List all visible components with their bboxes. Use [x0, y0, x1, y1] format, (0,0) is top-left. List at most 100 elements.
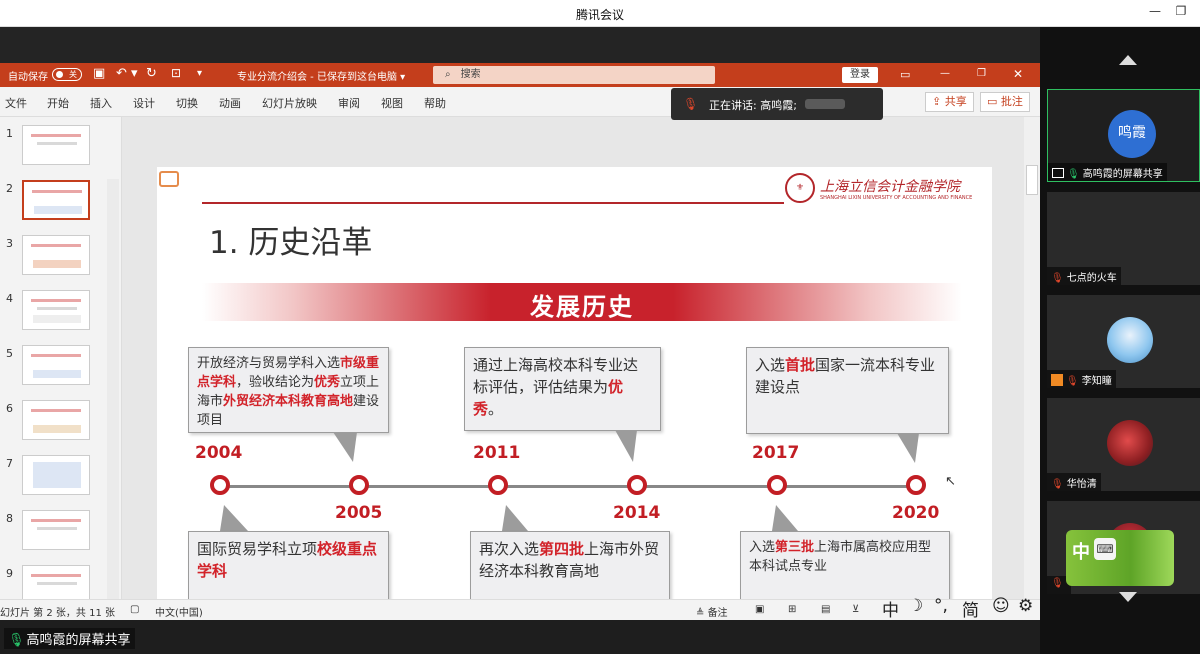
- tab-review[interactable]: 审阅: [338, 95, 360, 111]
- slide-thumbnail-selected[interactable]: [22, 180, 90, 220]
- undo-icon[interactable]: ↶ ▾: [116, 66, 138, 81]
- milestone-box-2014: 再次入选第四批上海市外贸经济本科教育高地: [470, 531, 670, 599]
- document-title[interactable]: 专业分流介绍会 - 已保存到这台电脑 ▾: [237, 68, 405, 83]
- participant-name: 高鸣霞的屏幕共享: [1082, 169, 1163, 180]
- participant-tile[interactable]: 🎙 李知瞳: [1047, 295, 1200, 388]
- shared-screen: 自动保存 关 ▣ ↶ ▾ ↻ ⊡ ▾ 专业分流介绍会 - 已保存到这台电脑 ▾ …: [0, 27, 1040, 654]
- thumbnail-row[interactable]: 1: [0, 125, 115, 175]
- ime-halfwidth-icon[interactable]: ☽: [908, 596, 923, 616]
- slideshow-view-icon[interactable]: ⊻: [852, 604, 859, 615]
- participant-name-bar: 🎙 七点的火车: [1047, 267, 1121, 285]
- mic-muted-icon: 🎙: [1051, 578, 1064, 589]
- year-label: 2011: [473, 443, 521, 463]
- ribbon-display-icon[interactable]: ▭: [900, 68, 910, 81]
- title-rule: [202, 202, 784, 204]
- slide-sorter-icon[interactable]: ⊞: [788, 604, 796, 615]
- ime-settings-icon[interactable]: ⚙: [1018, 596, 1033, 616]
- slide-thumbnail[interactable]: [22, 235, 90, 275]
- autosave-label: 自动保存: [8, 72, 48, 83]
- ppt-restore-icon[interactable]: ❐: [977, 68, 986, 79]
- restore-icon[interactable]: ❐: [1172, 4, 1190, 22]
- editor-scrollbar[interactable]: [1024, 117, 1040, 599]
- comment-button[interactable]: ▭ 批注: [980, 92, 1030, 112]
- slide-thumbnail[interactable]: [22, 400, 90, 440]
- thumbnail-row[interactable]: 2: [0, 180, 115, 230]
- participant-tile[interactable]: 🎙 七点的火车: [1047, 192, 1200, 285]
- tab-design[interactable]: 设计: [133, 95, 155, 111]
- tab-home[interactable]: 开始: [47, 95, 69, 111]
- slide-thumbnail[interactable]: [22, 290, 90, 330]
- thumbnail-number: 8: [6, 512, 13, 525]
- ime-keyboard-icon[interactable]: ⌨: [1094, 538, 1116, 560]
- editor-scrollbar-thumb[interactable]: [1026, 165, 1038, 195]
- thumbnail-row[interactable]: 4: [0, 290, 115, 340]
- autosave-toggle[interactable]: 关: [52, 68, 82, 81]
- save-icon[interactable]: ▣: [93, 66, 105, 81]
- tab-file[interactable]: 文件: [5, 95, 27, 111]
- meeting-title: 腾讯会议: [575, 8, 624, 22]
- slide-thumbnail[interactable]: [22, 345, 90, 385]
- ppt-minimize-icon[interactable]: —: [940, 68, 950, 79]
- customize-qat-icon[interactable]: ▾: [197, 68, 202, 79]
- slide-canvas[interactable]: ⚜ 上海立信会计金融学院 SHANGHAI LIXIN UNIVERSITY O…: [157, 167, 992, 599]
- share-button[interactable]: ⇪ 共享: [925, 92, 974, 112]
- ppt-close-icon[interactable]: ✕: [1013, 67, 1023, 81]
- section-banner-text: 发展历史: [530, 293, 634, 321]
- login-button[interactable]: 登录: [842, 67, 878, 83]
- participant-name-bar: 🎙 高鸣霞的屏幕共享: [1048, 163, 1167, 181]
- avatar: 鸣霞: [1108, 110, 1156, 158]
- slide-thumbnail[interactable]: [22, 455, 90, 495]
- language-indicator[interactable]: 中文(中国): [155, 604, 203, 619]
- callout-pointer: [897, 433, 919, 463]
- thumbnails-scrollbar[interactable]: [107, 179, 119, 599]
- year-label: 2004: [195, 443, 243, 463]
- participant-tile[interactable]: 🎙 华怡清: [1047, 398, 1200, 491]
- search-box[interactable]: ⌕ 搜索: [433, 66, 715, 84]
- minimize-icon[interactable]: —: [1146, 4, 1164, 22]
- notes-button[interactable]: ≜ 备注: [696, 604, 728, 619]
- participant-name: 七点的火车: [1066, 273, 1117, 284]
- school-logo-text: 上海立信会计金融学院: [820, 179, 960, 195]
- comment-marker-icon[interactable]: [159, 171, 179, 187]
- slide-thumbnail[interactable]: [22, 125, 90, 165]
- ime-simplified-icon[interactable]: 简: [962, 596, 979, 621]
- meeting-title-bar: 腾讯会议 — ❐: [0, 0, 1200, 27]
- milestone-highlight: 优秀: [314, 375, 341, 390]
- ime-chinese-icon[interactable]: 中: [882, 596, 899, 621]
- school-logo-subtitle: SHANGHAI LIXIN UNIVERSITY OF ACCOUNTING …: [820, 195, 973, 201]
- tab-animations[interactable]: 动画: [219, 95, 241, 111]
- tab-view[interactable]: 视图: [381, 95, 403, 111]
- redo-icon[interactable]: ↻: [146, 66, 157, 81]
- thumbnail-row[interactable]: 6: [0, 400, 115, 450]
- normal-view-icon[interactable]: ▣: [755, 604, 764, 615]
- ime-emoji-icon[interactable]: ☺: [992, 596, 1010, 616]
- spellcheck-icon[interactable]: ▢: [130, 604, 139, 615]
- milestone-box-2004: 开放经济与贸易学科入选市级重点学科，验收结论为优秀立项上海市外贸经济本科教育高地…: [188, 347, 389, 433]
- mouse-cursor-icon: ↖: [945, 474, 956, 489]
- thumbnail-row[interactable]: 7: [0, 455, 115, 505]
- year-label: 2014: [613, 503, 661, 523]
- screen-share-icon: [1052, 168, 1064, 178]
- participant-name-bar: 🎙 华怡清: [1047, 473, 1101, 491]
- thumbnail-row[interactable]: 8: [0, 510, 115, 560]
- reading-view-icon[interactable]: ▤: [821, 604, 830, 615]
- presenter-icon[interactable]: ⊡: [171, 66, 181, 80]
- thumbnail-row[interactable]: 9: [0, 565, 115, 599]
- comment-button-label: 批注: [1000, 95, 1023, 108]
- ime-punctuation-icon[interactable]: °,: [934, 596, 948, 616]
- ime-floating-widget[interactable]: 中 ⌨: [1066, 530, 1174, 586]
- slide-thumbnail[interactable]: [22, 565, 90, 599]
- thumbnail-number: 4: [6, 292, 13, 305]
- tab-transitions[interactable]: 切换: [176, 95, 198, 111]
- scroll-down-icon[interactable]: [1119, 592, 1137, 602]
- scroll-up-icon[interactable]: [1119, 55, 1137, 65]
- mic-on-icon: 🎙: [1067, 169, 1080, 180]
- thumbnail-row[interactable]: 5: [0, 345, 115, 395]
- thumbnail-row[interactable]: 3: [0, 235, 115, 285]
- tab-insert[interactable]: 插入: [90, 95, 112, 111]
- tab-help[interactable]: 帮助: [424, 95, 446, 111]
- participant-tile[interactable]: 鸣霞 🎙 高鸣霞的屏幕共享: [1047, 89, 1200, 182]
- tab-slideshow[interactable]: 幻灯片放映: [262, 95, 317, 111]
- slide-thumbnail[interactable]: [22, 510, 90, 550]
- powerpoint-window: 自动保存 关 ▣ ↶ ▾ ↻ ⊡ ▾ 专业分流介绍会 - 已保存到这台电脑 ▾ …: [0, 63, 1040, 621]
